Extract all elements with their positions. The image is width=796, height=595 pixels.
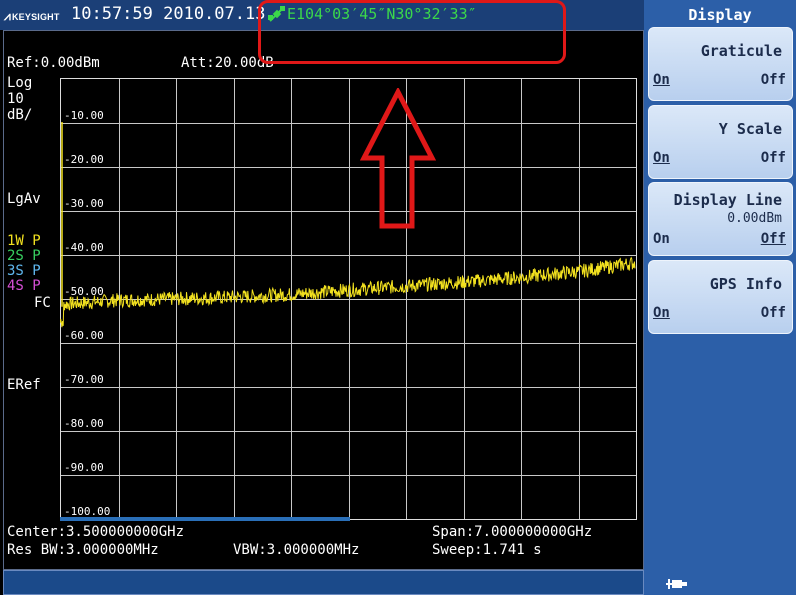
y-scale-softkey[interactable]: Y Scale On Off <box>648 105 793 179</box>
softkey-label: GPS Info <box>709 275 782 293</box>
trace-4-status: 4S P <box>7 278 41 294</box>
resolution-bandwidth: Res BW:3.000000MHz <box>7 542 159 558</box>
softkey-off-option: Off <box>760 231 786 247</box>
menu-title: Display <box>688 6 752 24</box>
scroll-indicator <box>60 517 350 521</box>
display-line-softkey[interactable]: Display Line 0.00dBm On Off <box>648 182 793 256</box>
average-mode: LgAv <box>7 191 41 207</box>
softkey-off-option: Off <box>760 72 786 88</box>
video-bandwidth: VBW:3.000000MHz <box>233 542 360 558</box>
softkey-label: Graticule <box>700 42 782 60</box>
graticule-softkey[interactable]: Graticule On Off <box>648 27 793 101</box>
trace-legend: 1W P 2S P 3S P 4S P <box>7 234 41 294</box>
usb-icon <box>666 579 687 589</box>
keysight-wave-icon: ⩘ <box>4 9 11 23</box>
annotation-arrow-icon <box>360 88 436 229</box>
softkey-on-option: On <box>653 305 670 321</box>
spectrum-plot <box>60 122 636 328</box>
softkey-label: Y Scale <box>718 120 782 138</box>
span: Span:7.000000000GHz <box>432 524 593 540</box>
coupling-indicator: FC <box>34 295 51 311</box>
softkey-on-option: On <box>653 72 670 88</box>
reference-level: Ref:0.00dBm <box>7 55 100 71</box>
message-bar <box>3 570 644 595</box>
keysight-logo: ⩘KEYSIGHT <box>4 9 60 24</box>
date-time: 10:57:59 2010.07.13 <box>71 4 266 24</box>
gps-info-softkey[interactable]: GPS Info On Off <box>648 260 793 334</box>
scale-value: 10 <box>7 91 24 107</box>
brand-label: KEYSIGHT <box>11 12 60 22</box>
softkey-on-option: On <box>653 150 670 166</box>
trace-1-status: 1W P <box>7 233 41 249</box>
scale-type: Log <box>7 75 33 91</box>
spectrum-trace <box>60 256 636 328</box>
external-reference: ERef <box>7 377 41 393</box>
trace-2-status: 2S P <box>7 248 41 264</box>
sweep-time: Sweep:1.741 s <box>432 542 542 558</box>
softkey-label: Display Line <box>673 191 782 209</box>
scale-unit: dB/ <box>7 107 33 123</box>
softkey-off-option: Off <box>760 305 786 321</box>
softkey-off-option: Off <box>760 150 786 166</box>
display-line-value: 0.00dBm <box>727 211 782 226</box>
trace-3-status: 3S P <box>7 263 41 279</box>
softkey-on-option: On <box>653 231 670 247</box>
center-frequency: Center:3.500000000GHz <box>7 524 185 540</box>
annotation-highlight-box <box>258 0 566 64</box>
